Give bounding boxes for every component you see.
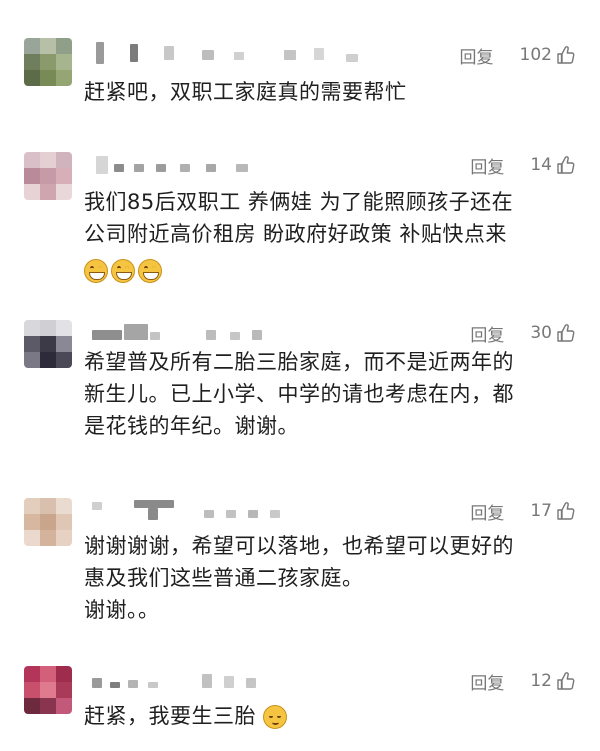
comment-actions: 回复 14 <box>470 153 576 178</box>
comment-item: 回复 17 谢谢谢谢，希望可以落地，也希望可以更好的 惠及我们这些普通二孩家庭。… <box>0 494 600 634</box>
comment-actions: 回复 17 <box>470 499 576 524</box>
reply-button[interactable]: 回复 <box>470 499 504 524</box>
thumbs-up-icon <box>556 501 576 521</box>
like-button[interactable]: 12 <box>530 671 576 691</box>
avatar[interactable] <box>24 498 72 546</box>
comment-actions: 回复 102 <box>460 43 576 68</box>
avatar[interactable] <box>24 666 72 714</box>
like-button[interactable]: 17 <box>530 501 576 521</box>
avatar[interactable] <box>24 38 72 86</box>
comment-line: 公司附近高价租房 盼政府好政策 补贴快点来 <box>84 222 507 246</box>
comment-line: 谢谢谢谢，希望可以落地，也希望可以更好的 <box>84 534 514 558</box>
like-count: 30 <box>530 323 552 343</box>
comment-text: 赶紧吧，双职工家庭真的需要帮忙 <box>84 76 584 108</box>
comment-item: 回复 12 赶紧，我要生三胎 <box>0 664 600 744</box>
username-blurred <box>84 320 384 344</box>
like-count: 12 <box>530 671 552 691</box>
comment-text: 赶紧，我要生三胎 <box>84 700 584 732</box>
grinning-face-icon <box>84 259 108 283</box>
comment-line: 新生儿。已上小学、中学的请也考虑在内，都 <box>84 382 514 406</box>
thumbs-up-icon <box>556 155 576 175</box>
comment-item: 回复 30 希望普及所有二胎三胎家庭，而不是近两年的 新生儿。已上小学、中学的请… <box>0 316 600 456</box>
avatar[interactable] <box>24 152 72 200</box>
like-count: 14 <box>530 155 552 175</box>
like-count: 102 <box>519 45 552 65</box>
like-button[interactable]: 102 <box>520 45 576 65</box>
comment-text: 我们85后双职工 养俩娃 为了能照顾孩子还在 公司附近高价租房 盼政府好政策 补… <box>84 186 584 288</box>
comment-line: 赶紧，我要生三胎 <box>84 700 584 732</box>
comment-line: 是花钱的年纪。谢谢。 <box>84 414 299 438</box>
thumbs-up-icon <box>556 45 576 65</box>
reply-button[interactable]: 回复 <box>470 669 504 694</box>
reply-button[interactable]: 回复 <box>470 321 504 346</box>
username-blurred <box>84 668 384 692</box>
comment-line-text: 赶紧，我要生三胎 <box>84 704 256 728</box>
like-count: 17 <box>530 501 552 521</box>
comment-actions: 回复 30 <box>470 321 576 346</box>
reply-button[interactable]: 回复 <box>460 43 494 68</box>
like-button[interactable]: 14 <box>530 155 576 175</box>
username-blurred <box>84 152 384 176</box>
comment-line: 希望普及所有二胎三胎家庭，而不是近两年的 <box>84 350 514 374</box>
emoji-row <box>84 250 584 288</box>
grinning-face-icon <box>111 259 135 283</box>
relieved-face-icon <box>263 705 288 729</box>
comment-text: 谢谢谢谢，希望可以落地，也希望可以更好的 惠及我们这些普通二孩家庭。 谢谢。。 <box>84 530 584 626</box>
comment-item: 回复 102 赶紧吧，双职工家庭真的需要帮忙 <box>0 38 600 110</box>
comment-item: 回复 14 我们85后双职工 养俩娃 为了能照顾孩子还在 公司附近高价租房 盼政… <box>0 148 600 290</box>
username-blurred <box>84 498 384 522</box>
avatar[interactable] <box>24 320 72 368</box>
reply-button[interactable]: 回复 <box>470 153 504 178</box>
comment-actions: 回复 12 <box>470 669 576 694</box>
comment-line: 谢谢。。 <box>84 598 160 622</box>
comment-feed: 回复 102 赶紧吧，双职工家庭真的需要帮忙 回复 14 我们85后双职工 养俩… <box>0 0 600 751</box>
comment-line: 赶紧吧，双职工家庭真的需要帮忙 <box>84 80 407 104</box>
grinning-face-icon <box>138 259 162 283</box>
comment-text: 希望普及所有二胎三胎家庭，而不是近两年的 新生儿。已上小学、中学的请也考虑在内，… <box>84 346 584 442</box>
thumbs-up-icon <box>556 323 576 343</box>
thumbs-up-icon <box>556 671 576 691</box>
comment-line: 我们85后双职工 养俩娃 为了能照顾孩子还在 <box>84 190 514 214</box>
like-button[interactable]: 30 <box>530 323 576 343</box>
comment-line: 惠及我们这些普通二孩家庭。 <box>84 566 364 590</box>
username-blurred <box>84 42 384 66</box>
